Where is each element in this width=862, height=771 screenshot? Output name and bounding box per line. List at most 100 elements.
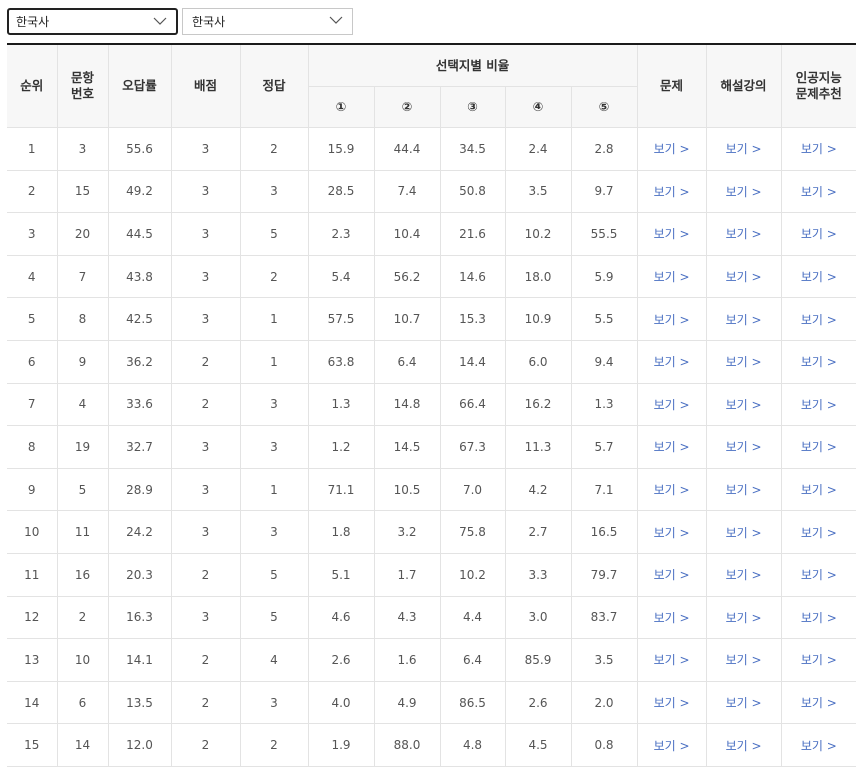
view-lecture-link[interactable]: 보기 > [726,142,762,156]
view-ai-recommend-link[interactable]: 보기 > [801,142,837,156]
subject-select-primary[interactable]: 한국사 [7,8,178,35]
view-problem-link[interactable]: 보기 > [654,185,690,199]
view-ai-recommend-link[interactable]: 보기 > [801,653,837,667]
question-no-cell: 14 [56,723,109,767]
view-ai-recommend-cell: 보기 > [780,297,857,341]
view-problem-link[interactable]: 보기 > [654,270,690,284]
wrong-rate-cell: 55.6 [107,127,172,171]
header-problem: 문제 [636,43,707,128]
choice-3-ratio-cell: 6.4 [439,638,506,682]
points-cell: 3 [170,595,241,640]
choice-5-ratio-cell: 7.1 [570,467,638,512]
view-lecture-link[interactable]: 보기 > [726,398,762,412]
table-row: 10 11 24.2 3 3 1.8 3.2 75.8 2.7 16.5 보기 > 보기 > 보기 > [7,510,857,554]
choice-1-ratio-cell: 4.0 [307,680,375,725]
view-ai-recommend-link[interactable]: 보기 > [801,270,837,284]
view-lecture-link[interactable]: 보기 > [726,185,762,199]
header-question-no-line2: 번호 [70,86,94,101]
view-ai-recommend-link[interactable]: 보기 > [801,739,837,753]
view-lecture-link[interactable]: 보기 > [726,696,762,710]
choice-4-ratio-cell: 85.9 [504,638,572,682]
view-problem-link[interactable]: 보기 > [654,739,690,753]
view-problem-link[interactable]: 보기 > [654,483,690,497]
view-problem-link[interactable]: 보기 > [654,568,690,582]
view-problem-cell: 보기 > [636,723,707,767]
choice-1-ratio-cell: 4.6 [307,595,375,640]
answer-cell: 5 [239,212,309,256]
view-lecture-link[interactable]: 보기 > [726,739,762,753]
view-problem-link[interactable]: 보기 > [654,653,690,667]
view-problem-link[interactable]: 보기 > [654,611,690,625]
choice-3-ratio-cell: 67.3 [439,425,506,469]
view-ai-recommend-link[interactable]: 보기 > [801,398,837,412]
view-problem-link[interactable]: 보기 > [654,142,690,156]
view-lecture-link[interactable]: 보기 > [726,653,762,667]
view-ai-recommend-link[interactable]: 보기 > [801,483,837,497]
answer-cell: 3 [239,169,309,214]
table-row: 8 19 32.7 3 3 1.2 14.5 67.3 11.3 5.7 보기 > 보기 > 보기 > [7,425,857,469]
header-choice-2: ② [373,86,441,128]
view-lecture-link[interactable]: 보기 > [726,440,762,454]
view-problem-cell: 보기 > [636,339,707,384]
table-row: 13 10 14.1 2 4 2.6 1.6 6.4 85.9 3.5 보기 > 보기 > 보기 > [7,638,857,682]
view-lecture-cell: 보기 > [705,169,782,214]
view-lecture-cell: 보기 > [705,723,782,767]
answer-cell: 1 [239,297,309,341]
choice-2-ratio-cell: 56.2 [373,254,441,299]
view-lecture-link[interactable]: 보기 > [726,313,762,327]
rank-cell: 11 [7,552,58,597]
subject-select-secondary[interactable]: 한국사 [182,8,353,35]
view-ai-recommend-cell: 보기 > [780,467,857,512]
choice-3-ratio-cell: 66.4 [439,382,506,427]
view-ai-recommend-link[interactable]: 보기 > [801,526,837,540]
view-lecture-link[interactable]: 보기 > [726,227,762,241]
view-lecture-link[interactable]: 보기 > [726,568,762,582]
view-problem-link[interactable]: 보기 > [654,440,690,454]
header-ai-line2: 문제추천 [795,86,842,101]
answer-cell: 3 [239,680,309,725]
view-ai-recommend-link[interactable]: 보기 > [801,440,837,454]
view-ai-recommend-link[interactable]: 보기 > [801,185,837,199]
question-no-cell: 15 [56,169,109,214]
view-problem-link[interactable]: 보기 > [654,355,690,369]
header-wrong-rate: 오답률 [107,43,172,128]
view-lecture-link[interactable]: 보기 > [726,270,762,284]
view-problem-link[interactable]: 보기 > [654,526,690,540]
view-ai-recommend-link[interactable]: 보기 > [801,696,837,710]
header-ai-recommend: 인공지능 문제추천 [780,43,857,128]
choice-3-ratio-cell: 14.6 [439,254,506,299]
points-cell: 3 [170,297,241,341]
points-cell: 3 [170,510,241,554]
view-problem-cell: 보기 > [636,467,707,512]
choice-2-ratio-cell: 10.5 [373,467,441,512]
choice-5-ratio-cell: 2.8 [570,127,638,171]
view-lecture-cell: 보기 > [705,510,782,554]
view-lecture-link[interactable]: 보기 > [726,483,762,497]
view-ai-recommend-link[interactable]: 보기 > [801,227,837,241]
view-ai-recommend-link[interactable]: 보기 > [801,568,837,582]
view-ai-recommend-link[interactable]: 보기 > [801,611,837,625]
view-problem-link[interactable]: 보기 > [654,398,690,412]
table-row: 9 5 28.9 3 1 71.1 10.5 7.0 4.2 7.1 보기 > 보기 > 보기 > [7,467,857,512]
rank-cell: 3 [7,212,58,256]
table-row: 1 3 55.6 3 2 15.9 44.4 34.5 2.4 2.8 보기 > 보기 > 보기 > [7,127,857,171]
choice-1-ratio-cell: 71.1 [307,467,375,512]
view-lecture-link[interactable]: 보기 > [726,611,762,625]
view-lecture-link[interactable]: 보기 > [726,355,762,369]
view-problem-link[interactable]: 보기 > [654,313,690,327]
choice-3-ratio-cell: 75.8 [439,510,506,554]
view-lecture-link[interactable]: 보기 > [726,526,762,540]
wrong-answer-rate-table: 순위 문항 번호 오답률 배점 정답 선택지별 비율 문제 해설강의 인공지능 문제… [7,43,857,767]
view-problem-link[interactable]: 보기 > [654,227,690,241]
table-row: 14 6 13.5 2 3 4.0 4.9 86.5 2.6 2.0 보기 > 보기 > 보기 > [7,680,857,725]
view-lecture-cell: 보기 > [705,638,782,682]
points-cell: 3 [170,212,241,256]
wrong-rate-cell: 14.1 [107,638,172,682]
answer-cell: 5 [239,595,309,640]
view-ai-recommend-link[interactable]: 보기 > [801,313,837,327]
view-ai-recommend-cell: 보기 > [780,723,857,767]
view-ai-recommend-link[interactable]: 보기 > [801,355,837,369]
view-problem-link[interactable]: 보기 > [654,696,690,710]
wrong-rate-cell: 44.5 [107,212,172,256]
choice-4-ratio-cell: 2.7 [504,510,572,554]
